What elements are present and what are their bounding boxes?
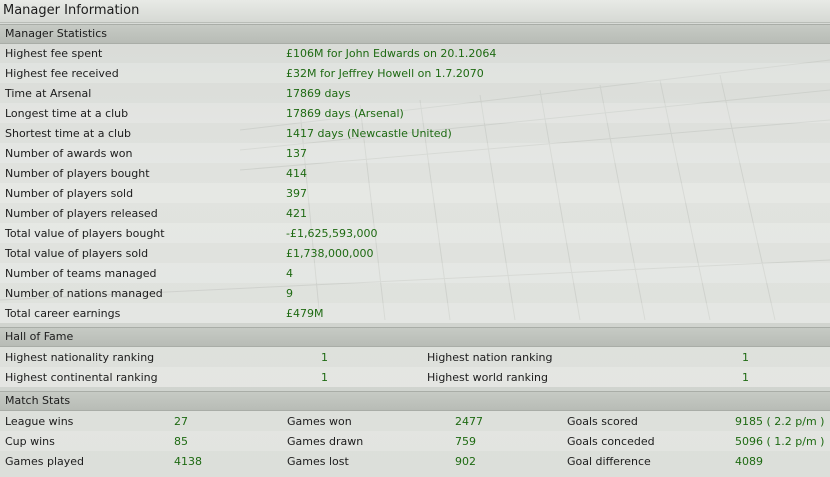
stat-row: Highest fee spent £106M for John Edwards…: [0, 43, 830, 63]
section-header-match-stats: Match Stats: [0, 391, 830, 411]
match-stat-label: Games drawn: [287, 435, 364, 448]
stat-row: Total value of players bought -£1,625,59…: [0, 223, 830, 243]
match-stat-label: Goals scored: [567, 415, 638, 428]
stat-label: Highest fee spent: [5, 47, 103, 60]
hof-label: Highest continental ranking: [5, 371, 158, 384]
match-stat-label: Cup wins: [5, 435, 55, 448]
hof-value: 1: [321, 351, 328, 364]
stat-value[interactable]: £106M for John Edwards on 20.1.2064: [286, 47, 496, 60]
stat-value: 17869 days: [286, 87, 351, 100]
stat-value: -£1,625,593,000: [286, 227, 378, 240]
stat-value: 4: [286, 267, 293, 280]
stat-label: Shortest time at a club: [5, 127, 132, 140]
stat-label: Total career earnings: [5, 307, 121, 320]
stat-label: Number of nations managed: [5, 287, 163, 300]
stat-label: Number of players released: [5, 207, 158, 220]
match-stat-label: Goals conceded: [567, 435, 655, 448]
page-title: Manager Information: [3, 3, 140, 18]
match-stat-label: Games lost: [287, 455, 349, 468]
stat-value: £1,738,000,000: [286, 247, 374, 260]
match-stat-value: 2477: [455, 415, 483, 428]
stat-row: Number of players released 421: [0, 203, 830, 223]
hof-row: Highest continental ranking 1 Highest wo…: [0, 367, 830, 387]
section-title: Hall of Fame: [5, 330, 74, 343]
section-title: Manager Statistics: [5, 27, 107, 40]
stat-row: Longest time at a club 17869 days (Arsen…: [0, 103, 830, 123]
section-header-hall-of-fame: Hall of Fame: [0, 327, 830, 347]
match-stat-value: 85: [174, 435, 188, 448]
stat-value: 397: [286, 187, 307, 200]
stat-row: Number of awards won 137: [0, 143, 830, 163]
hof-value: 1: [321, 371, 328, 384]
stat-value: £479M: [286, 307, 324, 320]
stat-row: Number of nations managed 9: [0, 283, 830, 303]
match-stat-value: 5096 ( 1.2 p/m ): [735, 435, 825, 448]
stat-row: Time at Arsenal 17869 days: [0, 83, 830, 103]
stat-label: Number of players bought: [5, 167, 150, 180]
stat-row: Shortest time at a club 1417 days (Newca…: [0, 123, 830, 143]
stat-row: Number of players sold 397: [0, 183, 830, 203]
match-stat-value: 902: [455, 455, 476, 468]
stat-value: 9: [286, 287, 293, 300]
stat-label: Number of teams managed: [5, 267, 157, 280]
stat-row: Number of teams managed 4: [0, 263, 830, 283]
stat-value: 414: [286, 167, 307, 180]
stat-row: Highest fee received £32M for Jeffrey Ho…: [0, 63, 830, 83]
stat-label: Longest time at a club: [5, 107, 129, 120]
window-title-bar: Manager Information: [0, 0, 830, 23]
hof-value: 1: [742, 351, 749, 364]
stat-value: 137: [286, 147, 307, 160]
stat-value[interactable]: £32M for Jeffrey Howell on 1.7.2070: [286, 67, 484, 80]
hof-label: Highest nation ranking: [427, 351, 553, 364]
section-header-manager-statistics: Manager Statistics: [0, 24, 830, 44]
stat-row: Total value of players sold £1,738,000,0…: [0, 243, 830, 263]
stat-label: Time at Arsenal: [5, 87, 92, 100]
match-stat-value: 4089: [735, 455, 763, 468]
stat-label: Number of players sold: [5, 187, 134, 200]
match-stat-label: League wins: [5, 415, 74, 428]
match-stats-row: League wins 27 Games won 2477 Goals scor…: [0, 411, 830, 431]
stat-value: 421: [286, 207, 307, 220]
hof-row: Highest nationality ranking 1 Highest na…: [0, 347, 830, 367]
match-stat-label: Goal difference: [567, 455, 651, 468]
stat-row: Total career earnings £479M: [0, 303, 830, 323]
hof-value: 1: [742, 371, 749, 384]
stat-value[interactable]: 17869 days (Arsenal): [286, 107, 404, 120]
stat-row: Number of players bought 414: [0, 163, 830, 183]
match-stat-value: 9185 ( 2.2 p/m ): [735, 415, 825, 428]
stat-value[interactable]: 1417 days (Newcastle United): [286, 127, 452, 140]
hof-label: Highest world ranking: [427, 371, 548, 384]
match-stats-row: Cup wins 85 Games drawn 759 Goals conced…: [0, 431, 830, 451]
section-title: Match Stats: [5, 394, 71, 407]
stat-label: Number of awards won: [5, 147, 133, 160]
match-stat-value: 27: [174, 415, 188, 428]
stat-label: Highest fee received: [5, 67, 119, 80]
stat-label: Total value of players sold: [5, 247, 149, 260]
match-stat-label: Games won: [287, 415, 352, 428]
match-stats-row: Games played 4138 Games lost 902 Goal di…: [0, 451, 830, 471]
stat-label: Total value of players bought: [5, 227, 165, 240]
match-stat-value: 759: [455, 435, 476, 448]
match-stat-label: Games played: [5, 455, 85, 468]
manager-information-panel: Manager Information Manager Statistics H…: [0, 0, 830, 477]
match-stat-value: 4138: [174, 455, 202, 468]
hof-label: Highest nationality ranking: [5, 351, 155, 364]
